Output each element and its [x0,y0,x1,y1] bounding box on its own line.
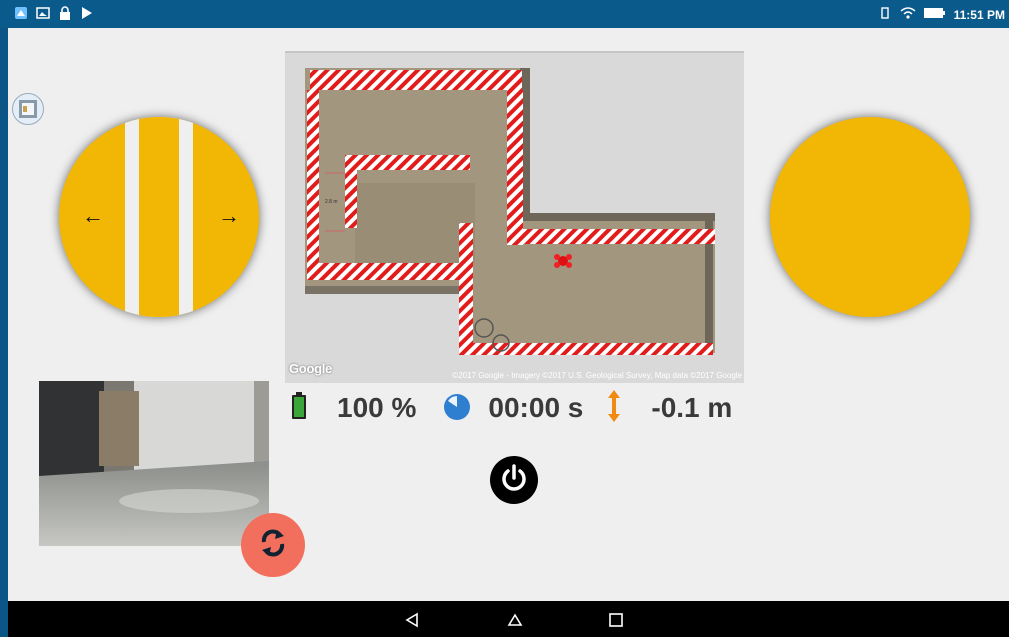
back-icon [405,612,418,628]
floor-plan: 2.8 m [285,53,744,383]
drone-control-screen: ← → 2.8 m Google ©2017 Google - Imagery … [8,28,1009,601]
camera-preview[interactable] [39,381,269,546]
navigation-bar [8,601,1009,637]
telemetry-bar: 100 % 00:00 s -0.1 m [291,388,732,428]
wifi-icon [900,6,916,23]
arrow-left-icon: ← [82,203,104,228]
recents-button[interactable] [606,610,626,630]
arrow-right-icon: → [218,203,240,228]
battery-icon [291,391,307,425]
app-mini-icon[interactable] [12,93,44,125]
google-logo: Google [289,361,332,376]
play-store-icon [80,6,94,20]
altitude-icon [607,389,621,427]
battery-status-icon [923,7,946,22]
left-joystick[interactable]: ← → [59,117,259,317]
battery-level: 100 % [337,392,417,423]
home-icon [507,613,523,626]
timer-icon [442,391,472,426]
clock: 11:51 PM [953,7,1005,22]
altitude-value: -0.1 m [651,392,733,423]
status-bar: 11:51 PM [0,0,1009,28]
lock-icon [58,6,72,20]
back-button[interactable] [402,610,422,630]
home-button[interactable] [505,610,525,630]
flight-time: 00:00 s [488,392,584,423]
recents-icon [609,613,623,627]
right-joystick[interactable] [770,117,970,317]
power-icon [499,463,529,498]
power-button[interactable] [490,456,538,504]
gallery-icon [36,6,50,20]
screen-edge [0,28,8,637]
joystick-slider[interactable] [139,117,179,317]
camera-image [39,381,269,546]
app-icon [14,6,28,20]
vibrate-icon [878,6,892,23]
map-view[interactable]: 2.8 m Google ©2017 Google - Imagery ©201… [285,51,744,383]
scale-label: 2.8 m [325,199,338,205]
swap-camera-button[interactable] [241,513,305,577]
map-attribution[interactable]: ©2017 Google - Imagery ©2017 U.S. Geolog… [452,371,742,380]
swap-camera-icon [256,526,290,565]
